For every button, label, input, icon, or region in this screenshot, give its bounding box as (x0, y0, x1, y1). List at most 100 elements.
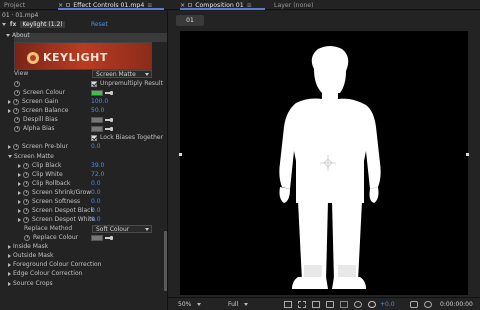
region-of-interest-icon[interactable] (284, 301, 292, 308)
zoom-dropdown[interactable]: 50% (178, 300, 202, 309)
tab-project[interactable]: Project (4, 1, 25, 10)
checkbox-checked-icon[interactable] (91, 80, 97, 87)
despill-bias-swatch[interactable] (91, 116, 103, 123)
composition-pill[interactable]: 01 (176, 15, 204, 26)
expand-triangle-icon[interactable] (8, 244, 11, 249)
expand-triangle-icon[interactable] (18, 208, 21, 213)
exposure-icon[interactable] (368, 301, 376, 308)
replace-colour-swatch[interactable] (91, 234, 103, 241)
view-dropdown[interactable]: Screen Matte (92, 70, 152, 78)
inside-mask-group[interactable]: Inside Mask (8, 242, 48, 251)
stopwatch-icon[interactable] (23, 162, 29, 169)
color-channel-icon[interactable] (340, 301, 348, 308)
effect-row[interactable]: fx Keylight (1.2) (2, 20, 65, 29)
timecode[interactable]: 0:00:00:00 (440, 300, 473, 309)
expand-triangle-icon[interactable] (8, 271, 11, 276)
tab-layer[interactable]: Layer (none) (274, 1, 313, 10)
stopwatch-icon[interactable] (14, 80, 20, 87)
show-snapshot-icon[interactable] (424, 301, 432, 308)
stopwatch-icon[interactable] (23, 171, 29, 178)
eyedropper-icon[interactable] (105, 235, 114, 240)
shrink-grow-row[interactable]: Screen Shrink/Grow (18, 188, 91, 197)
stopwatch-icon[interactable] (23, 189, 29, 196)
eyedropper-icon[interactable] (105, 90, 114, 95)
collapse-triangle-icon[interactable] (8, 155, 12, 158)
screen-matte-group[interactable]: Screen Matte (8, 152, 54, 161)
expand-triangle-icon[interactable] (8, 144, 11, 149)
softness-row[interactable]: Screen Softness (18, 197, 80, 206)
stopwatch-icon[interactable] (23, 207, 29, 214)
expand-triangle-icon[interactable] (18, 190, 21, 195)
shrink-grow-value[interactable]: 0.0 (91, 188, 101, 197)
stopwatch-icon[interactable] (13, 143, 19, 150)
unpremultiply-checkbox[interactable]: Unpremultiply Result (91, 79, 163, 88)
eyedropper-icon[interactable] (105, 117, 114, 122)
stopwatch-icon[interactable] (23, 180, 29, 187)
expand-triangle-icon[interactable] (18, 163, 21, 168)
screen-balance-value[interactable]: 50.0 (91, 106, 104, 115)
lock-icon[interactable] (188, 3, 193, 7)
clip-white-value[interactable]: 72.0 (91, 170, 104, 179)
expand-triangle-icon[interactable] (8, 262, 11, 267)
eyedropper-icon[interactable] (105, 126, 114, 131)
checkbox-checked-icon[interactable] (91, 134, 97, 141)
expand-triangle-icon[interactable] (18, 199, 21, 204)
expand-triangle-icon[interactable] (8, 108, 11, 113)
clip-black-row[interactable]: Clip Black (18, 161, 61, 170)
layer-handle-right[interactable] (466, 153, 469, 156)
screen-gain-row[interactable]: Screen Gain (8, 97, 58, 106)
effect-header[interactable] (14, 33, 167, 42)
replace-method-dropdown[interactable]: Soft Colour (92, 225, 152, 233)
screen-colour-swatch[interactable] (91, 89, 103, 96)
lock-icon[interactable] (66, 3, 71, 7)
stopwatch-icon[interactable] (23, 216, 29, 223)
about-row[interactable]: About (6, 31, 30, 40)
stopwatch-icon[interactable] (13, 98, 19, 105)
expand-triangle-icon[interactable] (8, 253, 11, 258)
collapse-triangle-icon[interactable] (2, 23, 6, 26)
layer-handle-left[interactable] (179, 153, 182, 156)
mask-visibility-icon[interactable] (312, 301, 320, 308)
screen-preblur-row[interactable]: Screen Pre-blur (8, 142, 68, 151)
scrollbar-thumb[interactable] (164, 231, 167, 291)
source-crops-group[interactable]: Source Crops (8, 279, 53, 288)
stopwatch-icon[interactable] (14, 116, 20, 123)
expand-triangle-icon[interactable] (18, 172, 21, 177)
softness-value[interactable]: 0.0 (91, 197, 101, 206)
outside-mask-group[interactable]: Outside Mask (8, 251, 54, 260)
transparency-grid-icon[interactable] (298, 301, 306, 308)
snapshot-icon[interactable] (410, 301, 418, 308)
despot-white-value[interactable]: 0.0 (91, 215, 101, 224)
expand-triangle-icon[interactable] (8, 99, 11, 104)
despot-black-row[interactable]: Screen Despot Black (18, 206, 94, 215)
stopwatch-icon[interactable] (14, 89, 20, 96)
composition-viewer[interactable] (180, 31, 468, 295)
collapse-triangle-icon[interactable] (6, 34, 10, 37)
expand-triangle-icon[interactable] (18, 181, 21, 186)
expand-triangle-icon[interactable] (8, 281, 11, 286)
stopwatch-icon[interactable] (14, 125, 20, 132)
clip-white-row[interactable]: Clip White (18, 170, 63, 179)
stopwatch-icon[interactable] (23, 198, 29, 205)
guides-icon[interactable] (326, 301, 334, 308)
screen-balance-row[interactable]: Screen Balance (8, 106, 68, 115)
edge-colour-correction-group[interactable]: Edge Colour Correction (8, 269, 82, 278)
resolution-dropdown[interactable]: Full (228, 300, 249, 309)
fg-colour-correction-group[interactable]: Foreground Colour Correction (8, 260, 102, 269)
stopwatch-icon[interactable] (13, 107, 19, 114)
despot-white-row[interactable]: Screen Despot White (18, 215, 95, 224)
camera-icon[interactable] (354, 301, 362, 308)
despot-black-value[interactable]: 0.0 (91, 206, 101, 215)
clip-black-value[interactable]: 39.0 (91, 161, 104, 170)
exposure-value[interactable]: +0.0 (380, 300, 395, 309)
fx-icon[interactable]: fx (10, 20, 16, 29)
screen-gain-value[interactable]: 100.0 (91, 97, 108, 106)
clip-rollback-value[interactable]: 0.0 (91, 179, 101, 188)
clip-rollback-row[interactable]: Clip Rollback (18, 179, 70, 188)
expand-triangle-icon[interactable] (18, 217, 21, 222)
screen-preblur-value[interactable]: 0.0 (91, 142, 101, 151)
stopwatch-icon[interactable] (24, 234, 30, 241)
reset-link[interactable]: Reset (91, 20, 108, 29)
alpha-bias-swatch[interactable] (91, 125, 103, 132)
lock-biases-checkbox[interactable]: Lock Biases Together (91, 133, 163, 142)
